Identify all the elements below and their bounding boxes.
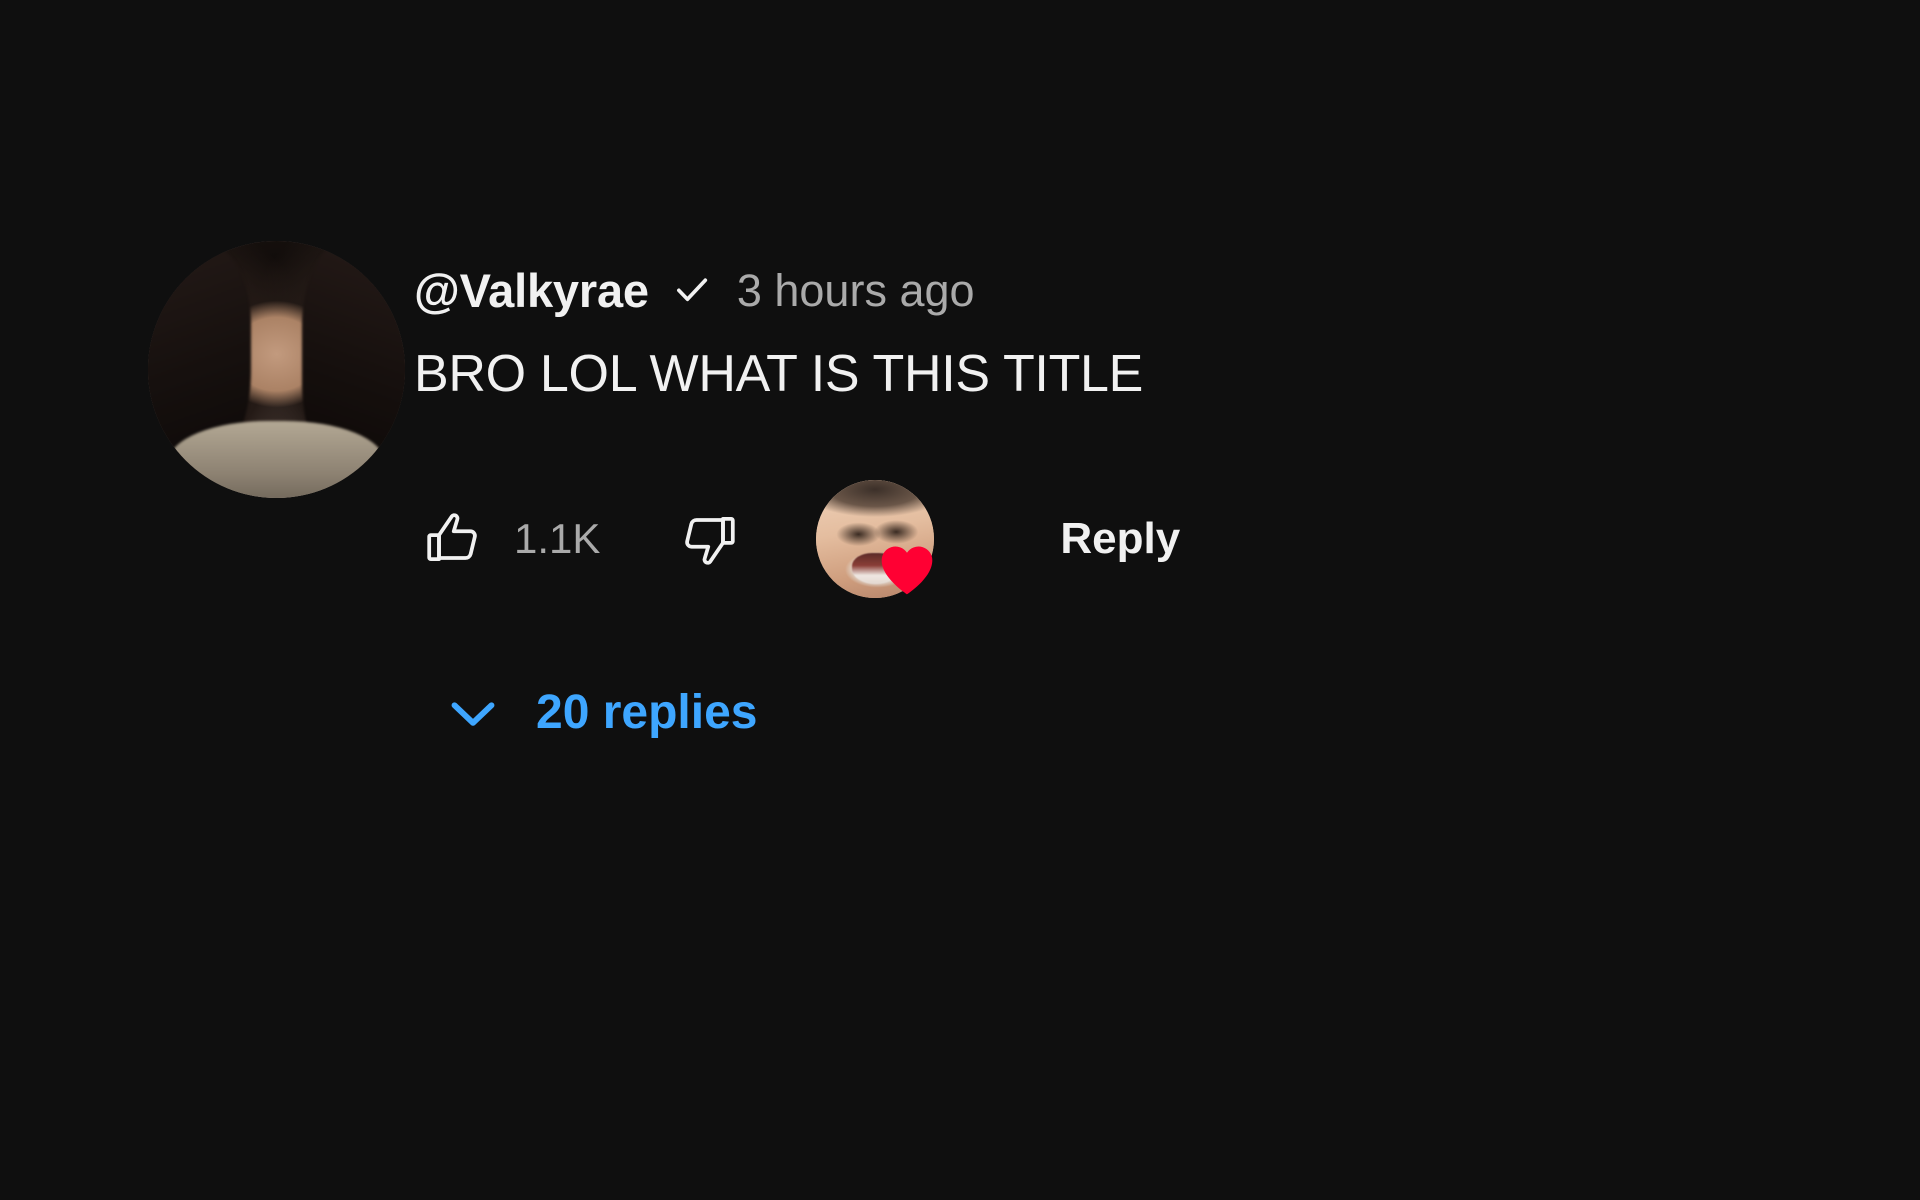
chevron-down-icon[interactable] (436, 676, 510, 750)
comment-header: @Valkyrae 3 hours ago (414, 262, 975, 318)
like-count: 1.1K (514, 515, 601, 562)
avatar-collar (168, 420, 385, 498)
avatar-photo (148, 241, 405, 498)
youtube-comment-thread: @Valkyrae 3 hours ago BRO LOL WHAT IS TH… (0, 0, 1920, 1200)
replies-count-label[interactable]: 20 replies (536, 689, 757, 737)
thumbs-down-icon[interactable] (662, 493, 754, 585)
author-handle[interactable]: @Valkyrae (414, 267, 649, 314)
thumbs-up-icon[interactable] (408, 493, 500, 585)
comment-timestamp[interactable]: 3 hours ago (737, 268, 975, 313)
comment-action-row: 1.1K Reply (408, 480, 1180, 598)
verified-check-icon (671, 269, 713, 311)
avatar-face (233, 298, 320, 406)
comment-text: BRO LOL WHAT IS THIS TITLE (414, 345, 1144, 403)
reply-button[interactable]: Reply (1060, 517, 1180, 561)
replies-toggle[interactable]: 20 replies (436, 668, 757, 758)
avatar[interactable] (148, 241, 405, 498)
heart-icon (874, 536, 940, 602)
creator-heart-badge[interactable] (816, 480, 935, 598)
